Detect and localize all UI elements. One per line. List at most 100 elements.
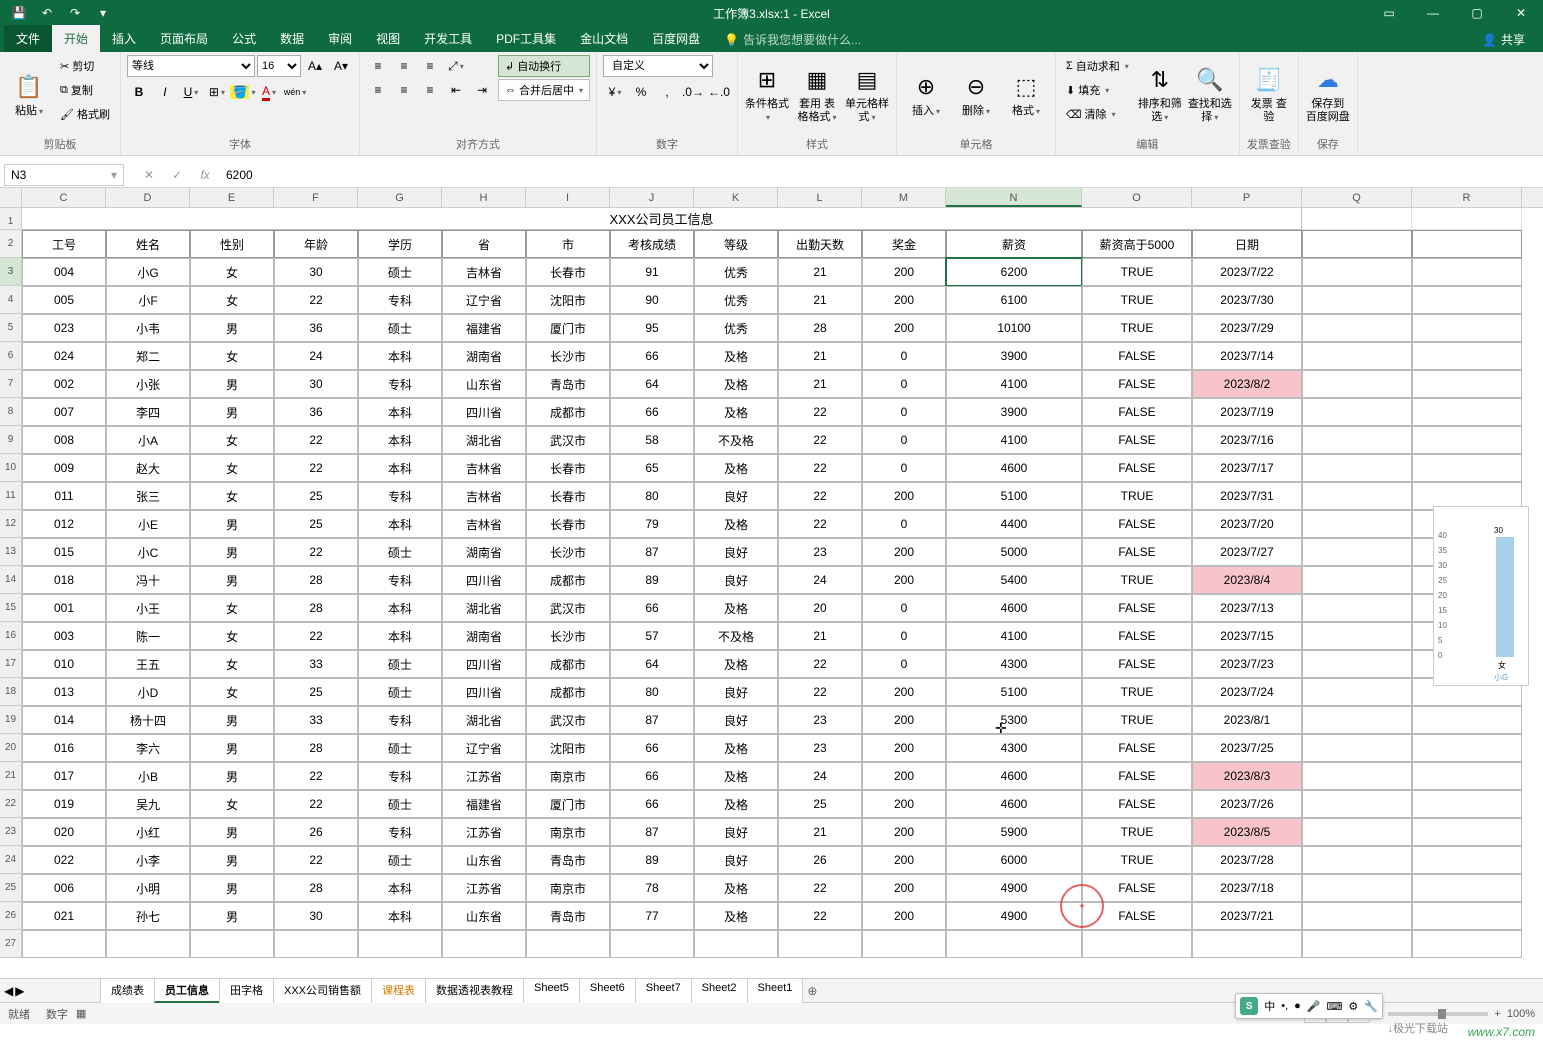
table-header-cell[interactable]: 市 bbox=[526, 230, 610, 258]
col-header-M[interactable]: M bbox=[862, 188, 946, 207]
table-cell[interactable]: 009 bbox=[22, 454, 106, 482]
col-header-R[interactable]: R bbox=[1412, 188, 1522, 207]
table-cell[interactable]: 66 bbox=[610, 734, 694, 762]
table-cell[interactable]: 4100 bbox=[946, 370, 1082, 398]
col-header-E[interactable]: E bbox=[190, 188, 274, 207]
table-cell[interactable]: 及格 bbox=[694, 594, 778, 622]
table-cell[interactable]: 武汉市 bbox=[526, 426, 610, 454]
indent-increase-icon[interactable]: ⇥ bbox=[470, 79, 494, 101]
table-cell[interactable]: 28 bbox=[778, 314, 862, 342]
table-cell[interactable]: 23 bbox=[778, 538, 862, 566]
table-cell[interactable]: 男 bbox=[190, 818, 274, 846]
table-cell[interactable]: 014 bbox=[22, 706, 106, 734]
paste-button[interactable]: 📋 粘贴 bbox=[6, 55, 52, 133]
table-cell[interactable]: 良好 bbox=[694, 566, 778, 594]
table-cell[interactable]: 女 bbox=[190, 454, 274, 482]
table-cell[interactable]: 硕士 bbox=[358, 314, 442, 342]
table-cell[interactable]: 女 bbox=[190, 426, 274, 454]
table-cell[interactable]: 25 bbox=[274, 510, 358, 538]
table-cell[interactable]: 23 bbox=[778, 706, 862, 734]
insert-cells-button[interactable]: ⊕插入 bbox=[903, 55, 949, 133]
table-cell[interactable]: 200 bbox=[862, 538, 946, 566]
table-cell[interactable]: 005 bbox=[22, 286, 106, 314]
table-cell[interactable]: 2023/7/14 bbox=[1192, 342, 1302, 370]
table-cell[interactable] bbox=[1302, 314, 1412, 342]
align-left-icon[interactable]: ≡ bbox=[366, 79, 390, 101]
undo-icon[interactable]: ↶ bbox=[34, 2, 60, 24]
table-cell[interactable]: 4600 bbox=[946, 454, 1082, 482]
tell-me[interactable]: 💡告诉我您想要做什么... bbox=[720, 27, 865, 52]
table-cell[interactable]: 200 bbox=[862, 762, 946, 790]
table-cell[interactable]: 男 bbox=[190, 538, 274, 566]
table-cell[interactable]: FALSE bbox=[1082, 762, 1192, 790]
sheet-tab[interactable]: Sheet6 bbox=[579, 978, 636, 1003]
table-cell[interactable]: FALSE bbox=[1082, 538, 1192, 566]
row-header[interactable]: 9 bbox=[0, 426, 22, 454]
table-cell[interactable]: 2023/7/17 bbox=[1192, 454, 1302, 482]
table-cell[interactable]: TRUE bbox=[1082, 286, 1192, 314]
table-cell[interactable]: 女 bbox=[190, 342, 274, 370]
table-cell[interactable]: 200 bbox=[862, 734, 946, 762]
table-cell[interactable]: FALSE bbox=[1082, 622, 1192, 650]
table-cell[interactable]: 22 bbox=[274, 846, 358, 874]
save-icon[interactable]: 💾 bbox=[6, 2, 32, 24]
conditional-format-button[interactable]: ⊞条件格式 bbox=[744, 55, 790, 133]
table-cell[interactable]: 郑二 bbox=[106, 342, 190, 370]
table-cell[interactable]: 26 bbox=[778, 846, 862, 874]
table-cell[interactable]: 22 bbox=[778, 454, 862, 482]
table-header-cell[interactable]: 薪资 bbox=[946, 230, 1082, 258]
delete-cells-button[interactable]: ⊖删除 bbox=[953, 55, 999, 133]
table-cell[interactable]: 21 bbox=[778, 818, 862, 846]
sheet-tab[interactable]: 数据透视表教程 bbox=[425, 978, 524, 1003]
table-cell[interactable] bbox=[1302, 678, 1412, 706]
table-cell[interactable]: 长沙市 bbox=[526, 538, 610, 566]
table-cell[interactable]: 男 bbox=[190, 510, 274, 538]
table-header-cell[interactable]: 奖金 bbox=[862, 230, 946, 258]
table-cell[interactable]: FALSE bbox=[1082, 342, 1192, 370]
cancel-formula-icon[interactable]: ✕ bbox=[136, 164, 162, 186]
table-cell[interactable]: 36 bbox=[274, 314, 358, 342]
table-cell[interactable]: 赵大 bbox=[106, 454, 190, 482]
table-header-cell[interactable]: 考核成绩 bbox=[610, 230, 694, 258]
table-cell[interactable] bbox=[1302, 818, 1412, 846]
table-cell[interactable]: 77 bbox=[610, 902, 694, 930]
table-cell[interactable] bbox=[1302, 930, 1412, 958]
table-cell[interactable]: 200 bbox=[862, 566, 946, 594]
table-cell[interactable]: 小B bbox=[106, 762, 190, 790]
table-cell[interactable]: 22 bbox=[274, 538, 358, 566]
table-cell[interactable]: 24 bbox=[778, 762, 862, 790]
table-cell[interactable]: 22 bbox=[274, 622, 358, 650]
ime-toolbar[interactable]: S 中 •, ● 🎤 ⌨ ⚙ 🔧 bbox=[1235, 993, 1383, 1019]
format-cells-button[interactable]: ⬚格式 bbox=[1003, 55, 1049, 133]
table-cell[interactable]: 小李 bbox=[106, 846, 190, 874]
table-cell[interactable]: 长春市 bbox=[526, 482, 610, 510]
table-cell[interactable]: 良好 bbox=[694, 538, 778, 566]
sheet-nav-next-icon[interactable]: ▶ bbox=[15, 984, 24, 998]
formula-input[interactable] bbox=[218, 164, 1543, 186]
align-bottom-icon[interactable]: ≡ bbox=[418, 55, 442, 77]
table-cell[interactable]: 30 bbox=[274, 258, 358, 286]
table-cell[interactable]: 男 bbox=[190, 762, 274, 790]
col-header-P[interactable]: P bbox=[1192, 188, 1302, 207]
table-cell[interactable]: 男 bbox=[190, 398, 274, 426]
table-cell[interactable]: TRUE bbox=[1082, 566, 1192, 594]
table-cell[interactable]: 21 bbox=[778, 258, 862, 286]
table-cell[interactable]: 良好 bbox=[694, 818, 778, 846]
sheet-tab[interactable]: XXX公司销售额 bbox=[273, 978, 372, 1003]
table-cell[interactable] bbox=[1412, 874, 1522, 902]
table-cell[interactable]: 小G bbox=[106, 258, 190, 286]
table-cell[interactable]: 66 bbox=[610, 762, 694, 790]
ime-full-icon[interactable]: ● bbox=[1294, 1000, 1301, 1012]
table-cell[interactable]: 长沙市 bbox=[526, 342, 610, 370]
table-cell[interactable]: TRUE bbox=[1082, 706, 1192, 734]
table-cell[interactable]: 5400 bbox=[946, 566, 1082, 594]
table-cell[interactable] bbox=[1302, 510, 1412, 538]
table-cell[interactable]: FALSE bbox=[1082, 734, 1192, 762]
table-cell[interactable]: 本科 bbox=[358, 510, 442, 538]
table-header-cell[interactable]: 省 bbox=[442, 230, 526, 258]
table-cell[interactable]: FALSE bbox=[1082, 426, 1192, 454]
table-cell[interactable]: 厦门市 bbox=[526, 790, 610, 818]
table-cell[interactable] bbox=[694, 930, 778, 958]
col-header-Q[interactable]: Q bbox=[1302, 188, 1412, 207]
table-cell[interactable] bbox=[358, 930, 442, 958]
